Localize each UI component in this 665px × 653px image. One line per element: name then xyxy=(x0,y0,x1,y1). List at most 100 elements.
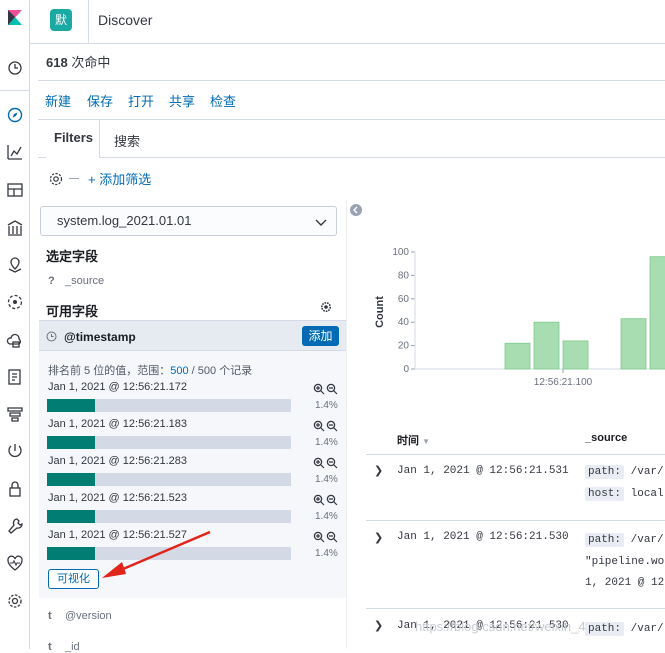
top-header: 默 Discover xyxy=(30,0,665,44)
histogram-chart: 100 80 60 40 20 0 Count 12:56:21.100 xyxy=(374,247,665,388)
side-nav xyxy=(0,0,30,649)
histogram-bar[interactable] xyxy=(533,321,560,370)
top-value-percent: 1.4% xyxy=(315,474,338,485)
top5-count-link[interactable]: 500 xyxy=(170,365,188,377)
doc-table-header: 时间 ▼ _source xyxy=(366,425,665,455)
expand-chevron-icon[interactable]: ❯ xyxy=(374,464,383,477)
sort-icon[interactable]: ▼ xyxy=(422,437,430,446)
doc-value: local xyxy=(630,488,664,500)
filter-row: + 添加筛选 xyxy=(38,158,665,196)
top-value-bar-fill xyxy=(47,473,95,486)
top-value-bar xyxy=(47,510,291,523)
hits-count: 618 次命中 xyxy=(46,52,110,71)
histogram-bar[interactable] xyxy=(620,318,647,370)
logs-icon[interactable] xyxy=(5,367,25,387)
source-column-header: _source xyxy=(585,432,628,444)
zoom-filter-icons[interactable] xyxy=(313,383,339,395)
field-timestamp-name: @timestamp xyxy=(64,330,136,344)
zoom-filter-icons[interactable] xyxy=(313,457,339,469)
top-value-bar xyxy=(47,547,291,560)
nav-divider xyxy=(0,90,30,91)
time-column-header[interactable]: 时间 ▼ xyxy=(397,432,430,448)
y-tick-label: 40 xyxy=(398,317,410,328)
histogram-bar[interactable] xyxy=(649,256,665,370)
top-value-bar-fill xyxy=(47,510,95,523)
y-tick-label: 20 xyxy=(398,341,410,352)
dashboard-icon[interactable] xyxy=(5,180,25,200)
add-field-button[interactable]: 添加 xyxy=(302,326,339,346)
share-button[interactable]: 共享 xyxy=(169,91,195,110)
doc-value: 1, 2021 @ 12 xyxy=(585,577,665,589)
save-button[interactable]: 保存 xyxy=(87,91,113,110)
y-axis-label: Count xyxy=(374,296,386,328)
field-timestamp-row[interactable]: @timestamp 添加 xyxy=(39,320,346,351)
discover-compass-icon[interactable] xyxy=(5,105,25,125)
inspect-button[interactable]: 检查 xyxy=(210,91,236,110)
top-value-percent: 1.4% xyxy=(315,437,338,448)
maps-icon[interactable] xyxy=(5,255,25,275)
expand-chevron-icon[interactable]: ❯ xyxy=(374,619,383,632)
time-column-label: 时间 xyxy=(397,435,419,447)
available-fields-title: 可用字段 xyxy=(46,304,99,319)
clock-icon[interactable] xyxy=(5,58,25,78)
doc-key: path: xyxy=(585,465,625,479)
ml-icon[interactable] xyxy=(5,292,25,312)
management-gear-icon[interactable] xyxy=(5,591,25,611)
visualize-button[interactable]: 可视化 xyxy=(48,569,99,589)
add-filter-button[interactable]: + 添加筛选 xyxy=(88,169,151,188)
index-pattern-select[interactable]: system.log_2021.01.01 xyxy=(40,206,337,236)
zoom-filter-icons[interactable] xyxy=(313,531,339,543)
monitoring-heartbeat-icon[interactable] xyxy=(5,553,25,573)
top-value-percent: 1.4% xyxy=(315,511,338,522)
top-value-bar xyxy=(47,473,291,486)
top5-total: / 500 个记录 xyxy=(191,365,253,377)
field-type-icon: t xyxy=(48,641,52,653)
index-pattern-name: system.log_2021.01.01 xyxy=(57,213,192,228)
uptime-icon[interactable] xyxy=(5,441,25,461)
field-id[interactable]: _id xyxy=(65,641,80,653)
y-tick-label: 100 xyxy=(392,247,409,258)
canvas-icon[interactable] xyxy=(5,218,25,238)
page-title: Discover xyxy=(98,12,153,28)
filters-tab[interactable]: Filters xyxy=(46,120,100,158)
open-button[interactable]: 打开 xyxy=(128,91,154,110)
histogram-bar[interactable] xyxy=(504,342,531,370)
space-avatar[interactable]: 默 xyxy=(50,9,72,31)
y-tick-label: 0 xyxy=(403,364,409,375)
dev-tools-wrench-icon[interactable] xyxy=(5,516,25,536)
zoom-filter-icons[interactable] xyxy=(313,494,339,506)
visualize-icon[interactable] xyxy=(5,142,25,162)
histogram-bar[interactable] xyxy=(562,340,589,370)
zoom-filter-icons[interactable] xyxy=(313,420,339,432)
top-value-label: Jan 1, 2021 @ 12:56:21.523 xyxy=(48,492,187,504)
field-source[interactable]: _source xyxy=(65,275,104,287)
doc-value: "pipeline.wo xyxy=(585,556,665,568)
top-value-label: Jan 1, 2021 @ 12:56:21.183 xyxy=(48,418,187,430)
top5-text: 排名前 5 位的值，范围： xyxy=(48,365,171,377)
search-input[interactable]: 搜索 xyxy=(114,131,140,150)
query-bar: Filters 搜索 xyxy=(38,120,665,158)
collapse-sidebar-icon[interactable] xyxy=(350,204,362,216)
doc-key: host: xyxy=(585,487,625,501)
infrastructure-icon[interactable] xyxy=(5,330,25,350)
apm-icon[interactable] xyxy=(5,404,25,424)
hits-suffix: 次命中 xyxy=(71,55,111,70)
new-button[interactable]: 新建 xyxy=(45,91,71,110)
filter-gear-icon[interactable] xyxy=(48,171,64,187)
top-value-percent: 1.4% xyxy=(315,400,338,411)
top-value-label: Jan 1, 2021 @ 12:56:21.172 xyxy=(48,381,187,393)
expand-chevron-icon[interactable]: ❯ xyxy=(374,531,383,544)
siem-lock-icon[interactable] xyxy=(5,479,25,499)
field-version[interactable]: @version xyxy=(65,610,112,622)
kibana-logo-icon[interactable] xyxy=(5,8,25,28)
top-value-percent: 1.4% xyxy=(315,548,338,559)
doc-value: /var/ xyxy=(630,534,664,546)
selected-fields-title: 选定字段 xyxy=(46,249,99,264)
top-value-label: Jan 1, 2021 @ 12:56:21.527 xyxy=(48,529,187,541)
top-value-bar xyxy=(47,436,291,449)
field-sidebar: system.log_2021.01.01 选定字段 ? _source 可用字… xyxy=(38,200,346,653)
y-tick-label: 60 xyxy=(398,294,410,305)
doc-value: /var/ xyxy=(630,466,664,478)
top-menu: 新建 保存 打开 共享 检查 xyxy=(38,80,665,120)
gear-icon[interactable] xyxy=(320,301,332,313)
